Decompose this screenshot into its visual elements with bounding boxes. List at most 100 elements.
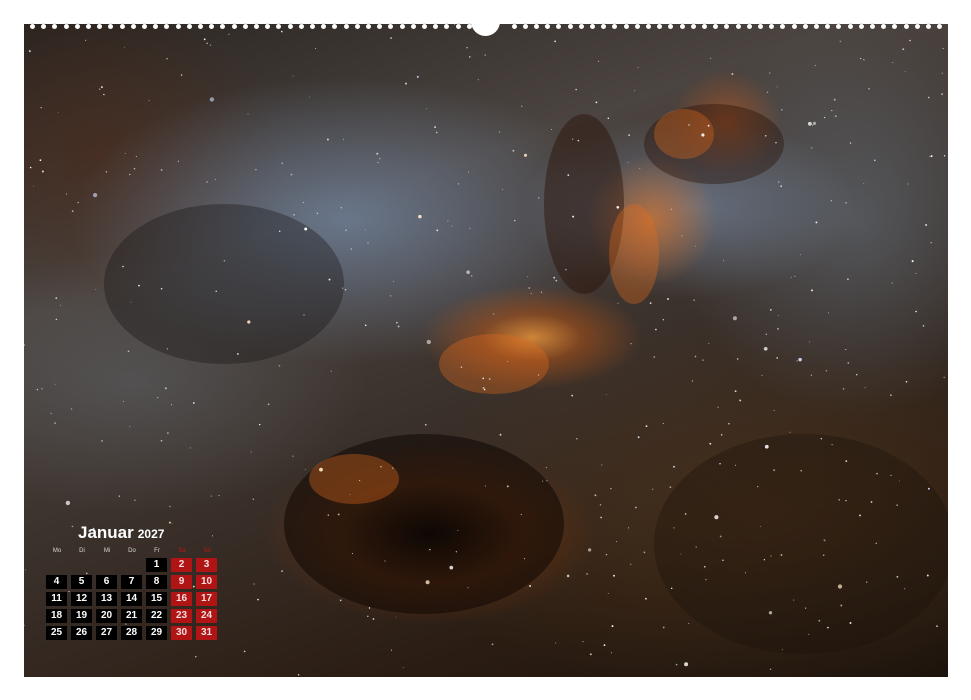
star bbox=[477, 79, 479, 81]
star bbox=[597, 60, 599, 62]
star bbox=[447, 220, 449, 222]
binding-ring bbox=[657, 24, 663, 29]
binding-ring bbox=[63, 24, 69, 29]
star bbox=[392, 467, 394, 469]
star bbox=[845, 499, 847, 502]
binding-ring bbox=[612, 24, 618, 29]
star bbox=[849, 622, 852, 624]
star bbox=[909, 39, 911, 42]
star bbox=[342, 287, 344, 289]
star bbox=[455, 550, 458, 553]
star bbox=[425, 423, 427, 426]
star bbox=[180, 74, 183, 76]
star bbox=[694, 355, 697, 358]
star bbox=[709, 442, 712, 445]
star bbox=[605, 553, 608, 556]
star bbox=[572, 138, 574, 140]
star bbox=[124, 153, 126, 155]
star bbox=[942, 47, 944, 49]
calendar-day: 27 bbox=[96, 626, 117, 640]
calendar-day: 6 bbox=[96, 575, 117, 589]
star bbox=[482, 387, 485, 389]
star bbox=[722, 559, 724, 562]
star bbox=[688, 123, 690, 126]
star bbox=[868, 88, 870, 90]
star bbox=[575, 88, 577, 91]
star bbox=[915, 273, 917, 275]
star bbox=[57, 112, 59, 114]
star bbox=[734, 390, 737, 393]
calendar-grid: 1 2 3 4 5 6 7 8 9 10 11 12 13 14 15 16 17 18 19 20 21 22 23 24 2… bbox=[46, 558, 221, 642]
star bbox=[943, 155, 946, 157]
calendar-year: 2027 bbox=[137, 527, 165, 541]
star bbox=[708, 343, 710, 345]
star bbox=[634, 90, 636, 92]
star bbox=[866, 581, 868, 583]
star bbox=[349, 493, 351, 495]
star bbox=[529, 585, 532, 587]
star bbox=[303, 314, 305, 316]
star bbox=[71, 210, 74, 213]
binding-ring bbox=[758, 24, 763, 29]
star bbox=[837, 584, 843, 589]
star bbox=[809, 341, 811, 343]
star bbox=[429, 549, 431, 551]
star bbox=[36, 388, 39, 391]
weekday-label: Fr bbox=[154, 548, 160, 554]
star bbox=[847, 278, 849, 281]
star bbox=[874, 159, 876, 162]
star bbox=[582, 641, 584, 643]
star bbox=[491, 643, 494, 646]
binding-ring bbox=[870, 24, 875, 29]
star bbox=[815, 221, 818, 224]
calendar-day: 29 bbox=[146, 626, 167, 640]
star bbox=[855, 373, 858, 376]
weekday-label: Sa bbox=[178, 548, 186, 554]
binding-ring bbox=[321, 24, 327, 29]
star bbox=[662, 626, 665, 629]
star bbox=[744, 572, 747, 574]
binding-ring bbox=[634, 24, 640, 29]
star bbox=[701, 133, 705, 137]
weekday-label: So bbox=[203, 548, 211, 554]
star bbox=[628, 134, 630, 136]
star bbox=[513, 219, 516, 222]
star bbox=[669, 486, 672, 488]
binding-ring bbox=[310, 24, 315, 29]
star bbox=[717, 406, 719, 408]
star bbox=[206, 42, 208, 45]
calendar-day: 11 bbox=[46, 592, 67, 606]
star bbox=[794, 275, 796, 278]
star bbox=[630, 563, 632, 566]
star bbox=[278, 364, 281, 367]
month-calendar: Januar 2027 Mo Di Mi Do Fr Sa So 1 2 3 4 5 6 7 8 9 10 11 1… bbox=[46, 522, 226, 642]
star bbox=[54, 383, 56, 385]
star bbox=[520, 513, 522, 516]
weekday-label: Mo bbox=[52, 548, 62, 554]
star bbox=[434, 126, 436, 128]
star bbox=[845, 348, 847, 351]
weekday-label: Mi bbox=[103, 548, 111, 554]
star bbox=[764, 134, 767, 137]
star bbox=[118, 495, 120, 497]
star bbox=[896, 575, 899, 578]
star bbox=[228, 33, 230, 35]
star bbox=[483, 388, 486, 391]
star bbox=[839, 40, 842, 43]
star bbox=[250, 451, 252, 453]
star bbox=[93, 193, 98, 198]
star bbox=[898, 480, 900, 482]
star bbox=[927, 487, 930, 490]
binding-ring bbox=[836, 24, 842, 29]
star bbox=[805, 607, 807, 609]
star bbox=[340, 207, 342, 209]
binding-ring bbox=[791, 24, 797, 29]
star bbox=[488, 378, 491, 380]
binding-ring bbox=[444, 24, 450, 29]
star bbox=[457, 183, 460, 185]
star bbox=[720, 434, 723, 436]
star bbox=[77, 201, 79, 204]
binding-ring bbox=[86, 24, 91, 29]
star bbox=[436, 229, 439, 232]
binding-ring bbox=[153, 24, 159, 29]
